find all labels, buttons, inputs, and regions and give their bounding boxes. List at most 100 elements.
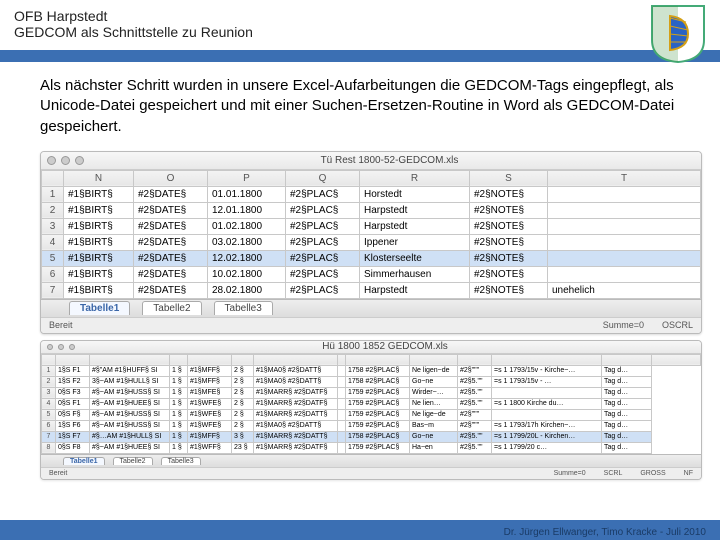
row-header[interactable]: 7 <box>42 431 56 442</box>
cell[interactable]: #§~AM #1§HUEE§ SI <box>90 442 170 453</box>
cell[interactable]: 2 § <box>232 387 254 398</box>
cell[interactable]: #1§WFF§ <box>188 442 232 453</box>
cell[interactable]: 12.01.1800 <box>208 202 286 218</box>
cell[interactable]: #2§DATE§ <box>134 186 208 202</box>
row-header[interactable]: 2 <box>42 202 64 218</box>
cell[interactable]: unehelich <box>548 282 701 298</box>
cell[interactable]: Ne ligen~de <box>410 365 458 376</box>
cell[interactable]: #2§PLAC§ <box>286 282 360 298</box>
cell[interactable]: #1§BIRT§ <box>64 250 134 266</box>
cell[interactable]: Harpstedt <box>360 202 470 218</box>
row-header[interactable]: 6 <box>42 420 56 431</box>
table-row[interactable]: 30§S F3#§~AM #1§HUSS§ SI1 §#1§MFE§2 §#1§… <box>42 387 701 398</box>
cell[interactable]: #2§NOTE§ <box>470 282 548 298</box>
cell[interactable]: 3 § <box>232 431 254 442</box>
cell[interactable]: 2 § <box>232 409 254 420</box>
tab-2[interactable]: Tabelle2 <box>142 301 201 315</box>
cell[interactable]: #2§""" <box>458 365 492 376</box>
row-header[interactable]: 5 <box>42 250 64 266</box>
cell[interactable] <box>548 218 701 234</box>
cell[interactable]: 0§S F8 <box>56 442 90 453</box>
cell[interactable]: 1759 #2§PLAC§ <box>346 387 410 398</box>
row-header[interactable]: 6 <box>42 266 64 282</box>
cell[interactable]: #1§MA0§ #2§DATT§ <box>254 376 338 387</box>
col-header[interactable] <box>492 354 602 365</box>
cell[interactable]: 0§S F3 <box>56 387 90 398</box>
cell[interactable]: #1§BIRT§ <box>64 218 134 234</box>
col-header[interactable]: T <box>548 170 701 186</box>
cell[interactable]: =s 1 1800 Kirche du… <box>492 398 602 409</box>
spreadsheet-grid[interactable]: 11§S F1#§"AM #1§HUFF§ SI1 §#1§MFF§2 §#1§… <box>41 354 701 454</box>
cell[interactable]: #1§MARR§ #2§DATF§ <box>254 398 338 409</box>
cell[interactable]: 28.02.1800 <box>208 282 286 298</box>
cell[interactable]: 2 § <box>232 398 254 409</box>
tab-1[interactable]: Tabelle1 <box>69 301 130 315</box>
table-row[interactable]: 50§S F§#§~AM #1§HUSS§ SI1 §#1§WFE§2 §#1§… <box>42 409 701 420</box>
cell[interactable]: 1§S F7 <box>56 431 90 442</box>
cell[interactable]: Tag d… <box>602 376 652 387</box>
cell[interactable]: #2§NOTE§ <box>470 266 548 282</box>
table-row[interactable]: 11§S F1#§"AM #1§HUFF§ SI1 §#1§MFF§2 §#1§… <box>42 365 701 376</box>
cell[interactable]: #2§PLAC§ <box>286 202 360 218</box>
tab-2[interactable]: Tabelle2 <box>113 457 153 465</box>
close-icon[interactable] <box>47 344 53 350</box>
cell[interactable] <box>338 442 346 453</box>
row-header[interactable]: 1 <box>42 365 56 376</box>
cell[interactable]: #1§BIRT§ <box>64 282 134 298</box>
col-header[interactable] <box>90 354 170 365</box>
cell[interactable]: #1§MA0§ #2§DATT§ <box>254 365 338 376</box>
col-header[interactable] <box>458 354 492 365</box>
cell[interactable]: 1759 #2§PLAC§ <box>346 442 410 453</box>
cell[interactable]: #2§NOTE§ <box>470 250 548 266</box>
cell[interactable]: #1§MARR§ #2§DATF§ <box>254 387 338 398</box>
cell[interactable]: #§~AM #1§HUEE§ SI <box>90 398 170 409</box>
cell[interactable]: Tag d… <box>602 442 652 453</box>
cell[interactable]: #§~AM #1§HUSS§ SI <box>90 409 170 420</box>
cell[interactable] <box>548 266 701 282</box>
zoom-icon[interactable] <box>75 156 84 165</box>
cell[interactable]: Go~ne <box>410 376 458 387</box>
cell[interactable]: #2§PLAC§ <box>286 234 360 250</box>
cell[interactable]: #2§PLAC§ <box>286 250 360 266</box>
cell[interactable]: #1§BIRT§ <box>64 266 134 282</box>
cell[interactable]: Wirder~… <box>410 387 458 398</box>
cell[interactable]: #2§5."" <box>458 442 492 453</box>
cell[interactable]: =s 1 1799/20L - Kirchen… <box>492 431 602 442</box>
cell[interactable]: Go~ne <box>410 431 458 442</box>
cell[interactable]: 1759 #2§PLAC§ <box>346 398 410 409</box>
cell[interactable]: Tag d… <box>602 431 652 442</box>
cell[interactable]: #2§NOTE§ <box>470 218 548 234</box>
cell[interactable]: #2§PLAC§ <box>286 218 360 234</box>
cell[interactable]: #2§5."" <box>458 398 492 409</box>
table-row[interactable]: 6#1§BIRT§#2§DATE§10.02.1800#2§PLAC§Simme… <box>42 266 701 282</box>
col-header[interactable]: S <box>470 170 548 186</box>
cell[interactable]: Ippener <box>360 234 470 250</box>
cell[interactable]: #2§DATE§ <box>134 234 208 250</box>
cell[interactable] <box>338 420 346 431</box>
cell[interactable]: #1§BIRT§ <box>64 234 134 250</box>
cell[interactable]: 23 § <box>232 442 254 453</box>
cell[interactable]: #2§5."" <box>458 431 492 442</box>
row-header[interactable]: 5 <box>42 409 56 420</box>
cell[interactable]: =s 1 1799/20 c… <box>492 442 602 453</box>
cell[interactable]: #1§MARR§ #2§DATT§ <box>254 409 338 420</box>
col-header[interactable]: O <box>134 170 208 186</box>
cell[interactable]: 1 § <box>170 376 188 387</box>
cell[interactable] <box>338 431 346 442</box>
minimize-icon[interactable] <box>58 344 64 350</box>
cell[interactable]: #1§MFF§ <box>188 365 232 376</box>
cell[interactable]: #2§""" <box>458 420 492 431</box>
cell[interactable]: #1§MFF§ <box>188 376 232 387</box>
cell[interactable]: #2§DATE§ <box>134 282 208 298</box>
cell[interactable]: Tag d… <box>602 398 652 409</box>
col-header[interactable] <box>42 354 56 365</box>
cell[interactable]: #2§5."" <box>458 387 492 398</box>
table-row[interactable]: 5#1§BIRT§#2§DATE§12.02.1800#2§PLAC§Klost… <box>42 250 701 266</box>
cell[interactable]: #1§WFE§ <box>188 398 232 409</box>
cell[interactable]: 1758 #2§PLAC§ <box>346 376 410 387</box>
cell[interactable]: #1§MARR§ #2§DATT§ <box>254 431 338 442</box>
cell[interactable] <box>548 234 701 250</box>
table-row[interactable]: 61§S F6#§~AM #1§HUSS§ SI1 §#1§WFE§2 §#1§… <box>42 420 701 431</box>
cell[interactable]: #2§DATE§ <box>134 266 208 282</box>
minimize-icon[interactable] <box>61 156 70 165</box>
